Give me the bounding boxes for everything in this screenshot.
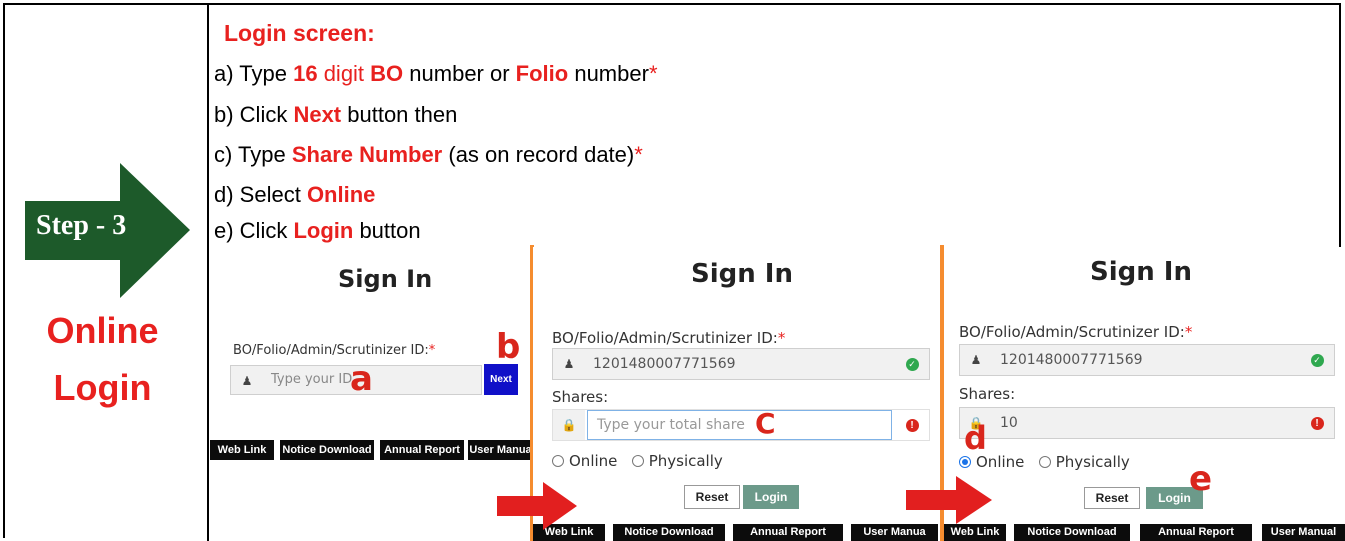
tab-notice-download[interactable]: Notice Download xyxy=(1014,524,1130,541)
instr-d-text-1: d) Select xyxy=(214,182,307,207)
instruction-c: c) Type Share Number (as on record date)… xyxy=(214,142,643,168)
title-line-2: Login xyxy=(53,367,152,408)
instruction-e: e) Click Login button xyxy=(214,218,421,244)
signin-panel-1: Sign In BO/Folio/Admin/Scrutinizer ID:* … xyxy=(210,247,533,541)
login-mode-radios: Online Physically xyxy=(552,452,723,470)
instr-b-text-1: b) Click xyxy=(214,102,294,127)
instr-c-text-2: (as on record date) xyxy=(442,142,635,167)
radio-online-label: Online xyxy=(569,452,618,470)
radio-online[interactable] xyxy=(959,455,971,468)
instr-e-text-2: button xyxy=(353,218,421,243)
id-input[interactable]: ♟ 1201480007771569 ✓ xyxy=(959,344,1335,376)
marker-d: d xyxy=(964,419,987,457)
instr-a-text-2: digit xyxy=(317,61,371,86)
shares-placeholder: Type your total share xyxy=(597,417,745,433)
id-label-text: BO/Folio/Admin/Scrutinizer ID: xyxy=(552,329,778,347)
signin-panel-2: Sign In BO/Folio/Admin/Scrutinizer ID:* … xyxy=(533,247,938,541)
error-icon: ! xyxy=(1300,408,1334,438)
id-label: BO/Folio/Admin/Scrutinizer ID:* xyxy=(959,323,1192,341)
instruction-a: a) Type 16 digit BO number or Folio numb… xyxy=(214,61,658,87)
marker-e: e xyxy=(1189,459,1213,499)
shares-label: Shares: xyxy=(552,388,609,406)
instr-c-text-1: c) Type xyxy=(214,142,292,167)
column-divider xyxy=(207,3,209,541)
instr-b-next: Next xyxy=(293,102,342,127)
marker-c: C xyxy=(755,407,776,440)
shares-value: 10 xyxy=(1000,415,1018,431)
step-label: Step - 3 xyxy=(36,210,127,241)
radio-online[interactable] xyxy=(552,454,564,467)
id-label-text: BO/Folio/Admin/Scrutinizer ID: xyxy=(959,323,1185,341)
shares-input[interactable]: 🔒 10 ! xyxy=(959,407,1335,439)
shares-input[interactable]: 🔒 Type your total share ! xyxy=(552,409,930,441)
instr-a-text-1: a) Type xyxy=(214,61,294,86)
red-arrow-icon xyxy=(906,476,992,524)
valid-check-icon: ✓ xyxy=(895,349,929,379)
id-label-text: BO/Folio/Admin/Scrutinizer ID: xyxy=(233,343,429,358)
instr-c-star: * xyxy=(634,142,643,167)
signin-title: Sign In xyxy=(338,265,433,293)
marker-a: a xyxy=(350,359,373,399)
instr-a-star: * xyxy=(648,61,658,86)
required-star: * xyxy=(777,329,786,347)
required-star: * xyxy=(428,343,436,358)
instr-d-online: Online xyxy=(306,182,376,207)
marker-b: b xyxy=(496,327,521,367)
instr-b-text-2: button then xyxy=(341,102,458,127)
instr-e-login: Login xyxy=(293,218,354,243)
tab-annual-report[interactable]: Annual Report xyxy=(733,524,843,541)
tab-user-manual[interactable]: User Manua xyxy=(468,440,533,460)
id-value: 1201480007771569 xyxy=(593,356,736,372)
tab-annual-report[interactable]: Annual Report xyxy=(1140,524,1252,541)
instr-a-num: 16 xyxy=(293,61,318,86)
id-placeholder: Type your ID xyxy=(271,372,353,387)
radio-online-label: Online xyxy=(976,453,1025,471)
instr-a-text-4: number xyxy=(568,61,649,86)
title-line-1: Online xyxy=(46,310,159,351)
red-arrow-icon xyxy=(497,482,577,530)
instr-e-text-1: e) Click xyxy=(214,218,294,243)
radio-physically-label: Physically xyxy=(648,452,723,470)
tab-notice-download[interactable]: Notice Download xyxy=(613,524,725,541)
required-star: * xyxy=(1184,323,1193,341)
tab-annual-report[interactable]: Annual Report xyxy=(380,440,464,460)
radio-physically-label: Physically xyxy=(1055,453,1130,471)
instruction-b: b) Click Next button then xyxy=(214,102,457,128)
id-input[interactable]: ♟ 1201480007771569 ✓ xyxy=(552,348,930,380)
valid-check-icon: ✓ xyxy=(1300,345,1334,375)
instr-a-text-3: number or xyxy=(403,61,516,86)
reset-button[interactable]: Reset xyxy=(684,485,740,509)
tab-notice-download[interactable]: Notice Download xyxy=(280,440,374,460)
id-value: 1201480007771569 xyxy=(1000,352,1143,368)
instr-a-folio: Folio xyxy=(515,61,569,86)
instr-a-bo: BO xyxy=(370,61,404,86)
user-icon: ♟ xyxy=(970,353,982,367)
error-icon: ! xyxy=(895,410,929,440)
user-icon: ♟ xyxy=(241,374,253,388)
id-label: BO/Folio/Admin/Scrutinizer ID:* xyxy=(552,329,785,347)
signin-panel-3: Sign In BO/Folio/Admin/Scrutinizer ID:* … xyxy=(944,247,1345,541)
shares-label: Shares: xyxy=(959,385,1016,403)
radio-physically[interactable] xyxy=(631,454,644,467)
tab-user-manual[interactable]: User Manual xyxy=(1262,524,1345,541)
lock-icon: 🔒 xyxy=(553,410,585,440)
instruction-d: d) Select Online xyxy=(214,182,375,208)
instructions-heading: Login screen: xyxy=(224,20,375,46)
tab-web-link[interactable]: Web Link xyxy=(944,524,1006,541)
login-mode-radios: Online Physically xyxy=(959,453,1130,471)
id-label: BO/Folio/Admin/Scrutinizer ID:* xyxy=(233,343,435,358)
radio-physically[interactable] xyxy=(1038,455,1051,468)
online-login-title: Online Login xyxy=(20,302,185,416)
user-icon: ♟ xyxy=(563,357,575,371)
tab-web-link[interactable]: Web Link xyxy=(210,440,274,460)
signin-title: Sign In xyxy=(691,259,793,289)
signin-title: Sign In xyxy=(1090,257,1192,287)
instr-c-share: Share Number xyxy=(291,142,443,167)
reset-button[interactable]: Reset xyxy=(1084,487,1140,509)
tab-user-manual[interactable]: User Manua xyxy=(851,524,938,541)
next-button[interactable]: Next xyxy=(484,364,518,395)
login-button[interactable]: Login xyxy=(743,485,799,509)
